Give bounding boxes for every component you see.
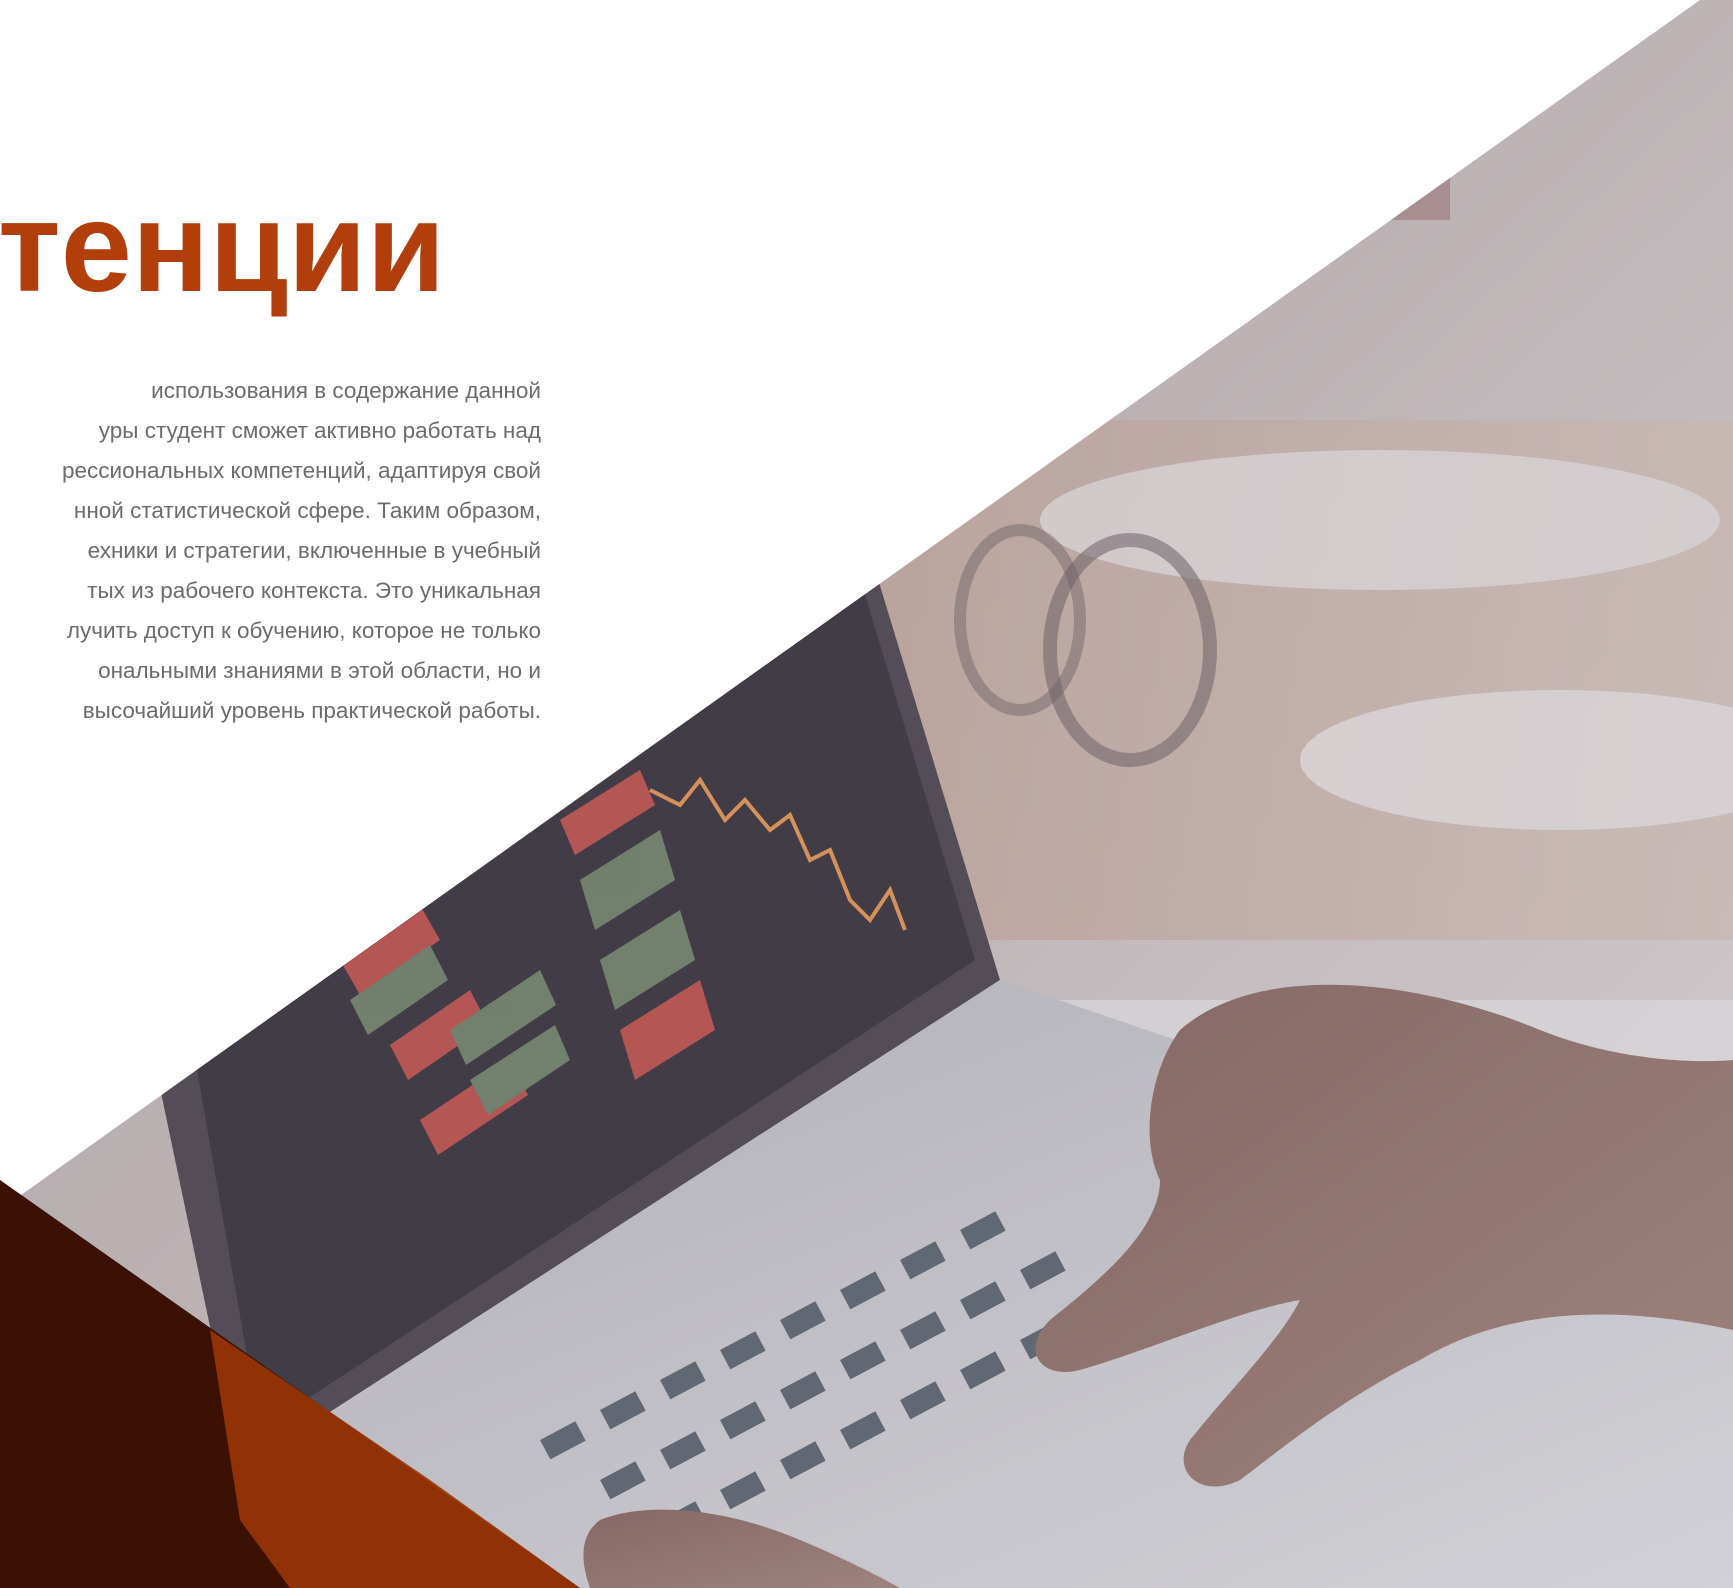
- description-line: рессиональных компетенций, адаптируя сво…: [62, 458, 541, 483]
- presentation-slide: тенции использования в содержание данной…: [0, 0, 1733, 1588]
- description-line: нной статистической сфере. Таким образом…: [73, 498, 541, 523]
- description-line: использования в содержание данной: [151, 378, 541, 403]
- description-line: ональными знаниями в этой области, но и: [98, 658, 541, 683]
- description-line: ехники и стратегии, включенные в учебный: [87, 538, 541, 563]
- description-line: высочайший уровень практической работы.: [82, 698, 541, 723]
- description-line: тых из рабочего контекста. Это уникальна…: [87, 578, 541, 603]
- description-line: лучить доступ к обучению, которое не тол…: [66, 618, 541, 643]
- description-line: уры студент сможет активно работать над: [98, 418, 541, 443]
- page-title: тенции: [0, 176, 446, 319]
